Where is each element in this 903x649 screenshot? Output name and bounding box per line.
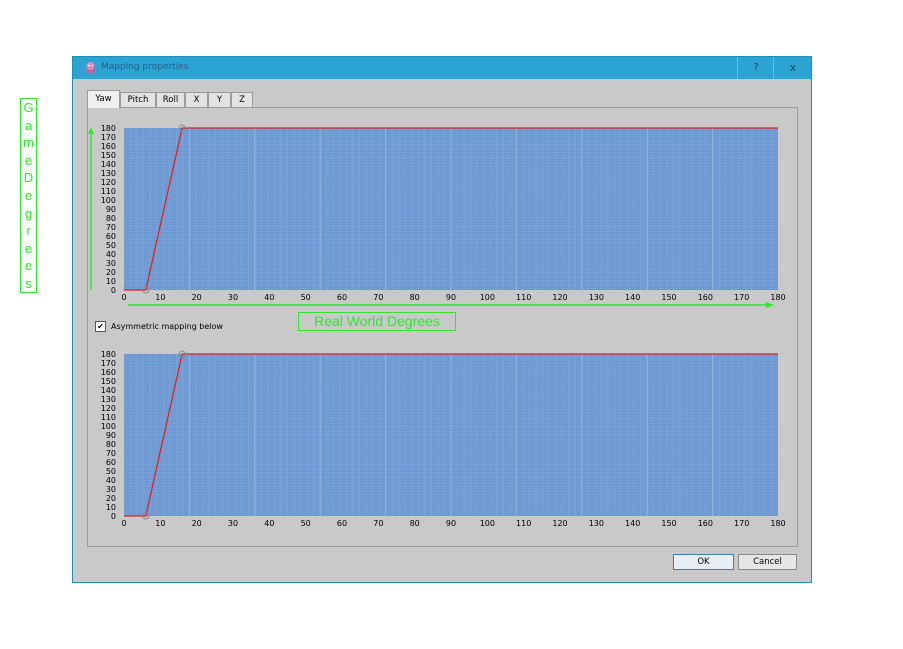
y-tick-label: 0 (111, 512, 116, 521)
x-tick-label: 110 (516, 519, 531, 528)
ok-button[interactable]: OK (673, 554, 734, 570)
y-tick-label: 20 (106, 494, 116, 503)
y-tick-label: 130 (101, 169, 116, 178)
asymmetric-mapping-checkbox[interactable]: ✔ (95, 321, 106, 332)
x-tick-label: 160 (698, 519, 713, 528)
y-tick-label: 90 (106, 431, 116, 440)
x-tick-label: 140 (625, 519, 640, 528)
y-tick-label: 10 (106, 503, 116, 512)
x-tick-label: 70 (373, 519, 383, 528)
y-tick-label: 100 (101, 422, 116, 431)
tab-yaw[interactable]: Yaw (87, 90, 120, 108)
y-tick-label: 30 (106, 485, 116, 494)
y-tick-label: 100 (101, 196, 116, 205)
x-tick-label: 0 (121, 519, 126, 528)
y-tick-label: 60 (106, 232, 116, 241)
x-tick-label: 150 (661, 519, 676, 528)
y-tick-label: 130 (101, 395, 116, 404)
y-tick-label: 110 (101, 187, 116, 196)
x-tick-label: 20 (192, 519, 202, 528)
y-tick-label: 80 (106, 440, 116, 449)
y-tick-label: 60 (106, 458, 116, 467)
y-tick-label: 70 (106, 223, 116, 232)
y-tick-label: 150 (101, 377, 116, 386)
y-tick-label: 160 (101, 368, 116, 377)
x-tick-label: 30 (228, 519, 238, 528)
x-tick-label: 40 (264, 519, 274, 528)
y-tick-label: 30 (106, 259, 116, 268)
x-tick-label: 10 (155, 519, 165, 528)
y-tick-label: 180 (101, 350, 116, 359)
y-tick-label: 140 (101, 386, 116, 395)
cancel-button[interactable]: Cancel (738, 554, 797, 570)
real-world-degrees-annotation: Real World Degrees (298, 312, 456, 331)
x-tick-label: 180 (770, 519, 785, 528)
asymmetric-mapping-option[interactable]: ✔ Asymmetric mapping below (95, 321, 223, 332)
x-tick-label: 50 (301, 519, 311, 528)
y-tick-label: 140 (101, 160, 116, 169)
y-tick-label: 120 (101, 178, 116, 187)
y-tick-label: 170 (101, 133, 116, 142)
y-tick-label: 180 (101, 124, 116, 133)
y-tick-label: 10 (106, 277, 116, 286)
y-tick-label: 90 (106, 205, 116, 214)
x-tick-label: 170 (734, 519, 749, 528)
y-tick-label: 50 (106, 467, 116, 476)
y-axis-arrow-head (88, 127, 94, 134)
y-tick-label: 40 (106, 250, 116, 259)
y-tick-label: 170 (101, 359, 116, 368)
y-tick-label: 80 (106, 214, 116, 223)
x-tick-label: 80 (410, 519, 420, 528)
x-tick-label: 120 (552, 519, 567, 528)
asymmetric-mapping-label: Asymmetric mapping below (111, 322, 223, 331)
x-tick-label: 100 (480, 519, 495, 528)
y-tick-label: 160 (101, 142, 116, 151)
top-mapping-curve-chart[interactable]: 0102030405060708090100110120130140150160… (0, 64, 903, 314)
x-tick-label: 60 (337, 519, 347, 528)
y-tick-label: 20 (106, 268, 116, 277)
y-tick-label: 40 (106, 476, 116, 485)
y-tick-label: 110 (101, 413, 116, 422)
x-tick-label: 90 (446, 519, 456, 528)
x-tick-label: 130 (589, 519, 604, 528)
y-tick-label: 70 (106, 449, 116, 458)
y-tick-label: 150 (101, 151, 116, 160)
y-tick-label: 50 (106, 241, 116, 250)
y-tick-label: 120 (101, 404, 116, 413)
